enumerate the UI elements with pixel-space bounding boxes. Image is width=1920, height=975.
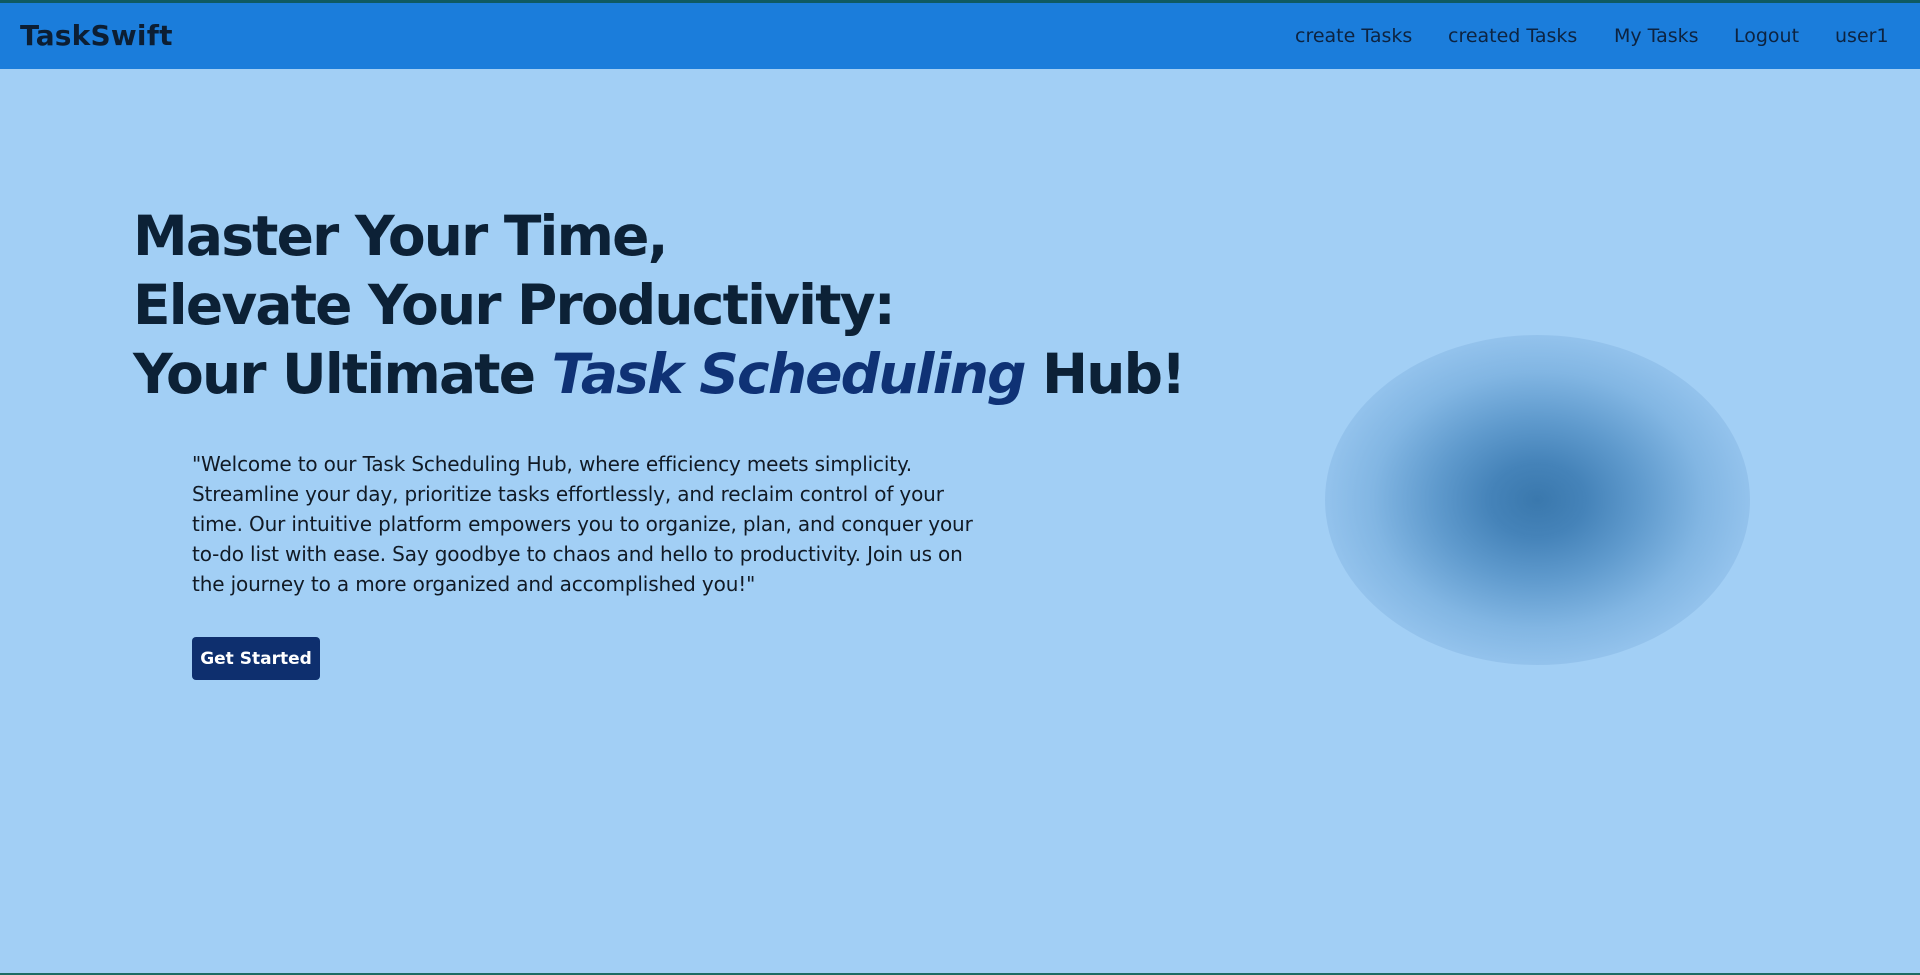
hero-title-line-3-suffix: Hub!: [1042, 342, 1186, 406]
nav-create-tasks[interactable]: create Tasks: [1295, 25, 1412, 47]
nav-my-tasks[interactable]: My Tasks: [1614, 25, 1699, 47]
hero-decorative-blob: [1325, 335, 1750, 665]
hero-description: "Welcome to our Task Scheduling Hub, whe…: [192, 452, 973, 596]
hero-title-line-3-prefix: Your Ultimate: [133, 342, 536, 406]
hero-title-accent: Task Scheduling: [551, 342, 1027, 406]
navbar: TaskSwift create Tasks created Tasks My …: [0, 3, 1920, 69]
nav-created-tasks[interactable]: created Tasks: [1448, 25, 1577, 47]
nav-logout[interactable]: Logout: [1734, 25, 1799, 47]
hero-title: Master Your Time, Elevate Your Productiv…: [133, 202, 1186, 409]
nav-user-profile[interactable]: user1: [1835, 25, 1889, 47]
hero-title-line-1: Master Your Time,: [133, 204, 669, 268]
hero-title-line-2: Elevate Your Productivity:: [133, 273, 896, 337]
brand-logo[interactable]: TaskSwift: [20, 19, 173, 52]
get-started-button[interactable]: Get Started: [192, 637, 320, 680]
